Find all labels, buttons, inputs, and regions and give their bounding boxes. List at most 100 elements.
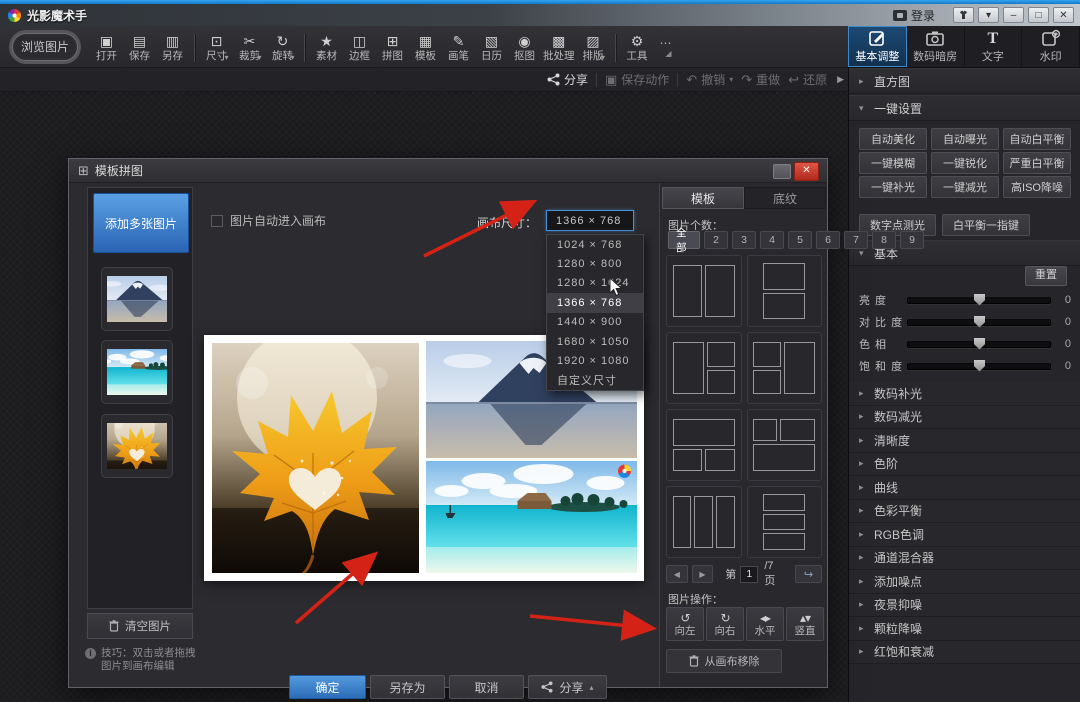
dialog-close-button[interactable]: ✕: [794, 162, 819, 181]
section-色阶[interactable]: ▸色阶: [849, 453, 1080, 477]
section-颗粒降噪[interactable]: ▸颗粒降噪: [849, 617, 1080, 641]
image-thumbnail-fuji[interactable]: [101, 267, 173, 331]
count-option-2[interactable]: 2: [704, 231, 728, 249]
slider-thumb[interactable]: [974, 338, 985, 350]
template-thumb[interactable]: [666, 332, 742, 404]
template-thumb[interactable]: [666, 255, 742, 327]
reset-button[interactable]: 重置: [1025, 266, 1067, 286]
oneclick-button-白平衡一指键[interactable]: 白平衡一指键: [942, 214, 1030, 236]
dropdown-option[interactable]: 1280 × 800: [547, 254, 643, 273]
oneclick-button-一键补光[interactable]: 一键补光: [859, 176, 927, 198]
count-option-全部[interactable]: 全部: [668, 231, 700, 249]
oneclick-button-一键锐化[interactable]: 一键锐化: [931, 152, 999, 174]
save-action-button[interactable]: ▣ 保存动作: [605, 71, 669, 88]
tab-text[interactable]: T 文字: [965, 26, 1023, 67]
template-thumb[interactable]: [666, 409, 742, 481]
oneclick-button-自动曝光[interactable]: 自动曝光: [931, 128, 999, 150]
toolbar-item-保存[interactable]: ▤保存: [123, 30, 156, 66]
count-option-9[interactable]: 9: [900, 231, 924, 249]
tab-watermark[interactable]: 水印: [1022, 26, 1080, 67]
count-option-4[interactable]: 4: [760, 231, 784, 249]
clear-images-button[interactable]: 清空图片: [87, 613, 193, 639]
restore-button[interactable]: ↩ 还原: [788, 71, 827, 88]
oneclick-button-一键减光[interactable]: 一键减光: [931, 176, 999, 198]
oneclick-button-自动白平衡[interactable]: 自动白平衡: [1003, 128, 1071, 150]
section-清晰度[interactable]: ▸清晰度: [849, 429, 1080, 453]
toolbar-more-button[interactable]: ⋯◢: [660, 37, 672, 59]
undo-button[interactable]: ↶ 撤销 ▾: [686, 71, 733, 88]
collage-photo-beach[interactable]: [426, 461, 637, 573]
dialog-share-button[interactable]: 分享 ▴: [528, 675, 607, 699]
section-红饱和衰减[interactable]: ▸红饱和衰减: [849, 641, 1080, 665]
tab-digital-darkroom[interactable]: 数码暗房: [907, 26, 965, 67]
add-images-button[interactable]: 添加多张图片: [93, 193, 189, 253]
count-option-5[interactable]: 5: [788, 231, 812, 249]
section-histogram[interactable]: ▸ 直方图: [849, 68, 1080, 94]
slider-track[interactable]: [907, 363, 1051, 370]
panel-collapse-arrow[interactable]: ▶: [837, 74, 844, 85]
toolbar-item-另存[interactable]: ▥另存: [156, 30, 189, 66]
section-色彩平衡[interactable]: ▸色彩平衡: [849, 500, 1080, 524]
tab-texture[interactable]: 底纹: [744, 187, 826, 209]
count-option-3[interactable]: 3: [732, 231, 756, 249]
slider-thumb[interactable]: [974, 316, 985, 328]
toolbar-item-批处理[interactable]: ▩批处理: [541, 30, 577, 66]
toolbar-item-素材[interactable]: ★素材: [310, 30, 343, 66]
op-button-向右[interactable]: ↻向右: [706, 607, 744, 641]
oneclick-button-一键模糊[interactable]: 一键模糊: [859, 152, 927, 174]
auto-enter-canvas-option[interactable]: 图片自动进入画布: [211, 212, 326, 229]
canvas-size-combobox[interactable]: 1366 × 768: [546, 210, 634, 231]
section-通道混合器[interactable]: ▸通道混合器: [849, 547, 1080, 571]
section-添加噪点[interactable]: ▸添加噪点: [849, 570, 1080, 594]
template-thumb[interactable]: [747, 255, 823, 327]
section-oneclick[interactable]: ▾ 一键设置: [849, 95, 1080, 121]
page-number-input[interactable]: 1: [740, 566, 758, 583]
template-thumb[interactable]: [747, 332, 823, 404]
dropdown-option[interactable]: 1680 × 1050: [547, 332, 643, 351]
prev-page-button[interactable]: ◀: [666, 565, 688, 583]
slider-thumb[interactable]: [974, 360, 985, 372]
slider-track[interactable]: [907, 341, 1051, 348]
skin-button[interactable]: [953, 7, 974, 23]
tab-template[interactable]: 模板: [662, 187, 744, 209]
dropdown-option[interactable]: 自定义尺寸: [547, 371, 643, 390]
tab-basic-adjust[interactable]: 基本调整: [848, 26, 907, 67]
toolbar-item-拼图[interactable]: ⊞拼图: [376, 30, 409, 66]
section-RGB色调[interactable]: ▸RGB色调: [849, 523, 1080, 547]
op-button-向左[interactable]: ↺向左: [666, 607, 704, 641]
section-夜景抑噪[interactable]: ▸夜景抑噪: [849, 594, 1080, 618]
dialog-minimize-button[interactable]: [773, 164, 791, 179]
browse-images-button[interactable]: 浏览图片: [12, 33, 78, 61]
op-button-竖直[interactable]: ▴▾竖直: [786, 607, 824, 641]
minimize-button[interactable]: –: [1003, 7, 1024, 23]
cancel-button[interactable]: 取消: [449, 675, 524, 699]
toolbar-item-画笔[interactable]: ✎画笔: [442, 30, 475, 66]
maximize-button[interactable]: □: [1028, 7, 1049, 23]
redo-button[interactable]: ↷ 重做: [741, 71, 780, 88]
checkbox-icon[interactable]: [211, 215, 223, 227]
login-button[interactable]: 登录: [893, 7, 935, 24]
section-数码减光[interactable]: ▸数码减光: [849, 406, 1080, 430]
toolbar-item-工具[interactable]: ⚙工具: [621, 30, 654, 66]
save-as-button[interactable]: 另存为: [370, 675, 445, 699]
count-option-8[interactable]: 8: [872, 231, 896, 249]
template-thumb[interactable]: [747, 409, 823, 481]
toolbar-item-尺寸[interactable]: ⊡尺寸▾: [200, 30, 233, 66]
go-page-button[interactable]: ↪: [795, 565, 822, 583]
section-数码补光[interactable]: ▸数码补光: [849, 382, 1080, 406]
toolbar-item-旋转[interactable]: ↻旋转▾: [266, 30, 299, 66]
toolbar-item-日历[interactable]: ▧日历: [475, 30, 508, 66]
toolbar-item-打开[interactable]: ▣打开: [90, 30, 123, 66]
oneclick-button-自动美化[interactable]: 自动美化: [859, 128, 927, 150]
menu-button[interactable]: ▾: [978, 7, 999, 23]
section-曲线[interactable]: ▸曲线: [849, 476, 1080, 500]
dropdown-option[interactable]: 1280 × 1024: [547, 274, 643, 293]
share-button[interactable]: 分享: [547, 71, 588, 88]
dropdown-option[interactable]: 1440 × 900: [547, 313, 643, 332]
toolbar-item-边框[interactable]: ◫边框: [343, 30, 376, 66]
template-thumb[interactable]: [747, 486, 823, 558]
next-page-button[interactable]: ▶: [692, 565, 714, 583]
op-button-水平[interactable]: ◂▸水平: [746, 607, 784, 641]
dropdown-option[interactable]: 1366 × 768: [547, 293, 643, 312]
slider-track[interactable]: [907, 319, 1051, 326]
